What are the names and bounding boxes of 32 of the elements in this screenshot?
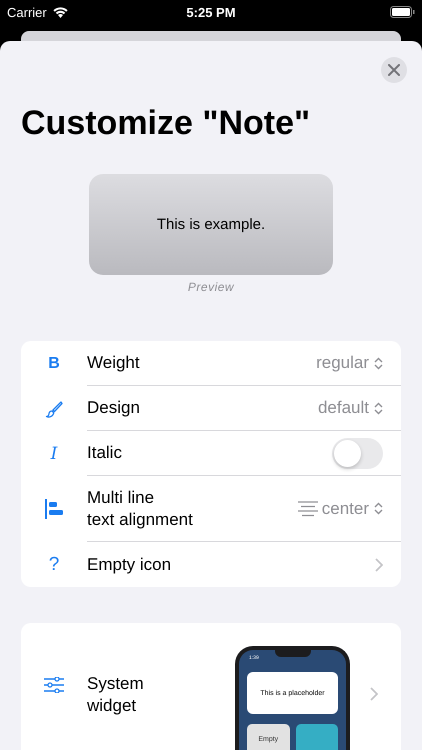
preview-caption: Preview [188,280,234,294]
value-picker[interactable]: default [318,398,383,418]
question-icon: ? [48,554,60,576]
chevron-up-down-icon [374,402,383,414]
preview-text: This is example. [156,216,266,233]
clock-time: 5:25 PM [185,4,237,20]
chevron-right-icon[interactable] [370,687,378,701]
setting-label: Weight [87,352,140,374]
align-center-icon [296,500,319,516]
sliders-icon [44,677,64,693]
chevron-up-down-icon [374,502,383,515]
setting-label: Empty icon [87,554,172,576]
chevron-up-down-icon [374,356,383,370]
close-icon [388,64,400,76]
bold-icon: B [48,354,60,372]
value-picker[interactable]: regular [316,353,383,373]
setting-label: Multi line text alignment [87,486,193,530]
brush-icon [45,400,63,418]
italic-icon: I [50,444,58,464]
close-button[interactable] [381,57,407,83]
wifi-icon [52,6,69,18]
setting-label: Italic [87,442,122,464]
sheet-title: Customize "Note" [21,103,312,143]
battery-icon [390,6,415,18]
phone-notch [275,649,311,657]
widget-label: System widget [87,673,145,717]
chevron-right-icon[interactable] [375,558,383,572]
value-picker[interactable]: center [296,498,383,518]
setting-label: Design [87,397,140,419]
align-left-icon [45,499,63,519]
toggle-switch[interactable] [332,438,383,468]
carrier-name: Carrier [7,4,47,20]
